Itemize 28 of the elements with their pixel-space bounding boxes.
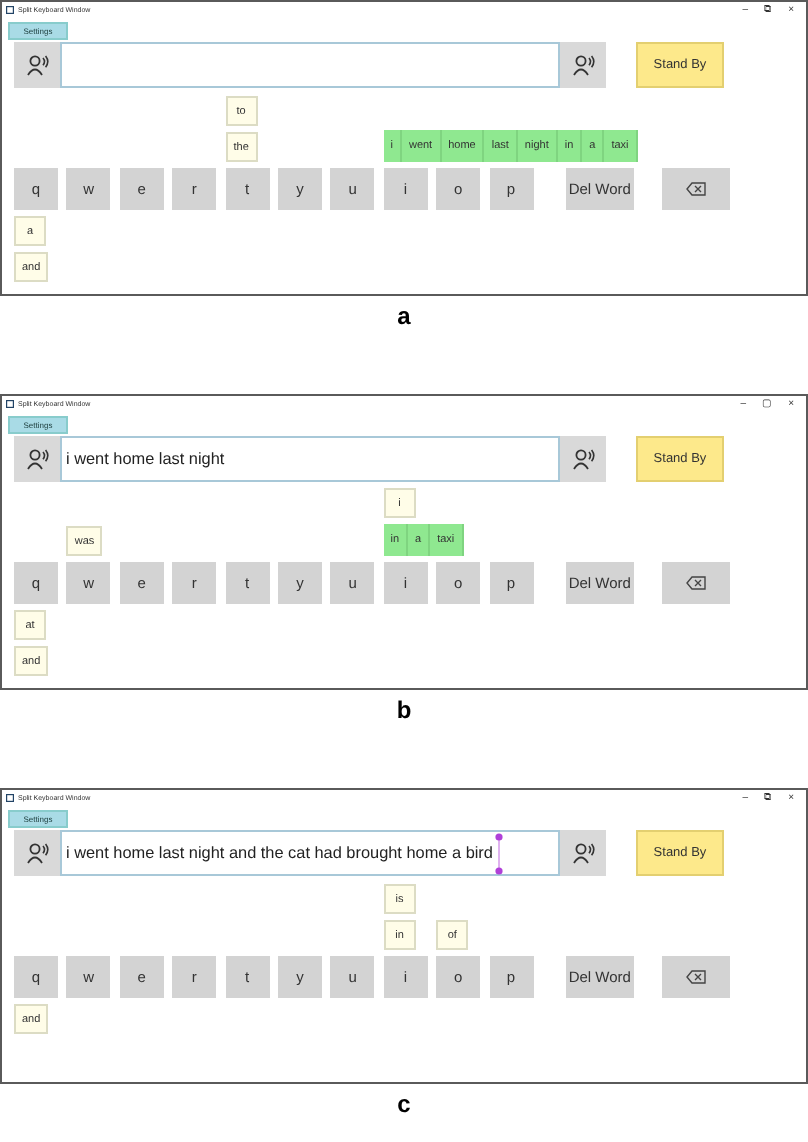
backspace-key[interactable] (661, 562, 730, 604)
selection-handles-icon (494, 831, 505, 875)
speak-button[interactable] (14, 830, 60, 876)
app-icon (6, 6, 14, 14)
app-icon (6, 794, 14, 802)
person-speaking-icon (571, 448, 595, 470)
person-speaking-icon (25, 54, 49, 76)
app-icon (6, 400, 14, 408)
figure-label: b (396, 696, 412, 724)
text-field[interactable]: i went home last night (60, 436, 560, 482)
speak-button[interactable] (560, 42, 606, 88)
backspace-key[interactable] (661, 168, 730, 210)
figure-label: a (397, 302, 411, 330)
text-field[interactable] (60, 42, 560, 88)
backspace-key[interactable] (661, 956, 730, 998)
backspace-icon (685, 970, 706, 984)
person-speaking-icon (571, 842, 595, 864)
speak-button[interactable] (14, 42, 60, 88)
speak-button[interactable] (14, 436, 60, 482)
backspace-icon (685, 576, 706, 590)
speak-button[interactable] (560, 830, 606, 876)
person-speaking-icon (25, 448, 49, 470)
backspace-icon (685, 182, 706, 196)
figure-label: c (397, 1090, 411, 1118)
person-speaking-icon (571, 54, 595, 76)
person-speaking-icon (25, 842, 49, 864)
text-field[interactable]: i went home last night and the cat had brought home a bird (60, 830, 560, 876)
speak-button[interactable] (560, 436, 606, 482)
